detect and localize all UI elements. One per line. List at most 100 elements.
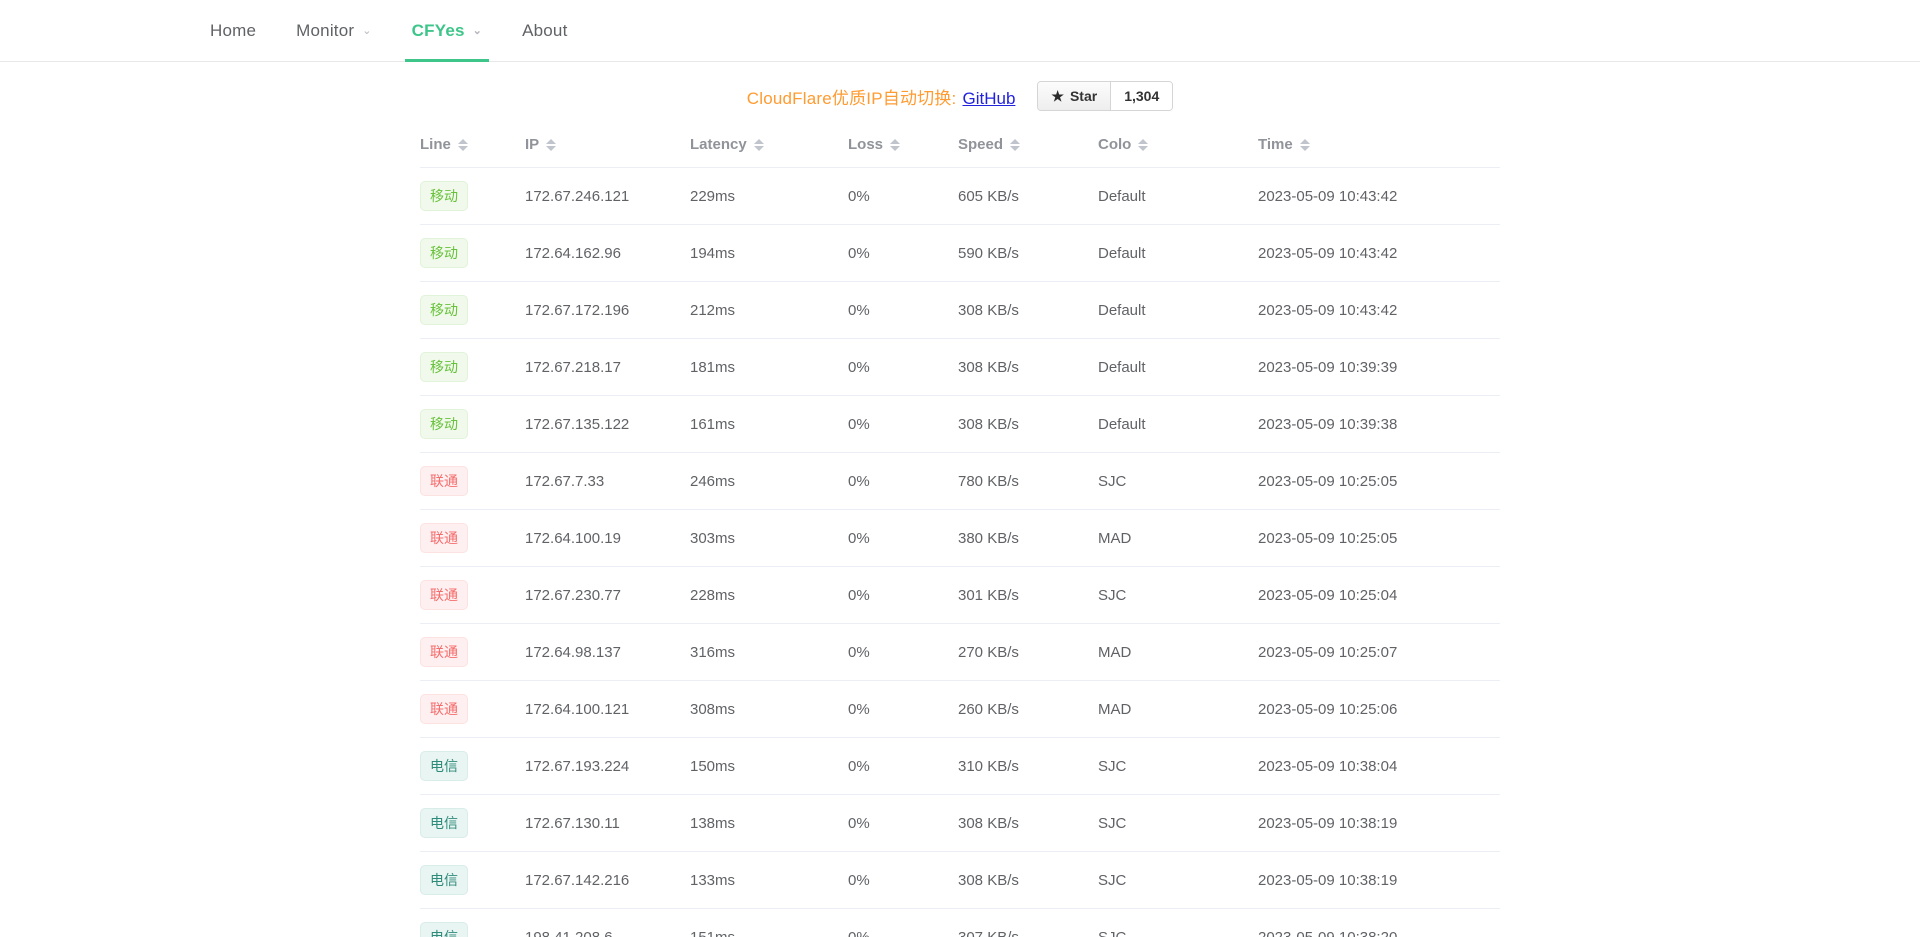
column-header-speed[interactable]: Speed [958, 126, 1098, 168]
sort-arrows-icon[interactable] [1010, 138, 1021, 151]
cell-loss: 0% [848, 338, 958, 396]
cell-time: 2023-05-09 10:38:19 [1258, 851, 1500, 909]
star-icon: ★ [1051, 88, 1064, 104]
nav-item-cfyes[interactable]: CFYes ⌄ [392, 0, 502, 62]
cell-loss: 0% [848, 224, 958, 282]
cell-line: 电信 [420, 794, 525, 852]
ip-table: Line IP Latency Loss Speed Colo Time 移动 … [420, 126, 1500, 937]
cell-ip: 172.67.172.196 [525, 281, 690, 339]
column-header-label: Time [1258, 136, 1293, 153]
cell-speed: 308 KB/s [958, 794, 1098, 852]
cell-latency: 133ms [690, 851, 848, 909]
cell-colo: SJC [1098, 452, 1258, 510]
sort-arrows-icon[interactable] [546, 138, 557, 151]
cell-ip: 172.64.98.137 [525, 623, 690, 681]
cell-latency: 138ms [690, 794, 848, 852]
table-row[interactable]: 联通 172.64.100.19 303ms 0% 380 KB/s MAD 2023-05… [420, 509, 1500, 567]
page-title-group: CloudFlare优质IP自动切换: GitHub [747, 84, 1016, 109]
sort-arrows-icon[interactable] [1299, 138, 1310, 151]
cell-line: 移动 [420, 281, 525, 339]
line-badge: 联通 [420, 694, 468, 724]
github-star-count[interactable]: 1,304 [1111, 82, 1173, 110]
column-header-time[interactable]: Time [1258, 126, 1500, 168]
cell-colo: Default [1098, 167, 1258, 225]
column-header-label: Speed [958, 136, 1004, 153]
cell-latency: 194ms [690, 224, 848, 282]
column-header-colo[interactable]: Colo [1098, 126, 1258, 168]
page-header: CloudFlare优质IP自动切换: GitHub ★ Star 1,304 [0, 62, 1920, 120]
cell-colo: Default [1098, 395, 1258, 453]
cell-loss: 0% [848, 794, 958, 852]
cell-latency: 308ms [690, 680, 848, 738]
cell-colo: SJC [1098, 851, 1258, 909]
line-badge: 移动 [420, 352, 468, 382]
column-header-line[interactable]: Line [420, 126, 525, 168]
cell-time: 2023-05-09 10:38:20 [1258, 908, 1500, 937]
column-header-loss[interactable]: Loss [848, 126, 958, 168]
github-star-button[interactable]: ★ Star 1,304 [1037, 81, 1174, 111]
cell-time: 2023-05-09 10:25:07 [1258, 623, 1500, 681]
line-badge: 移动 [420, 409, 468, 439]
line-badge: 移动 [420, 181, 468, 211]
cell-ip: 172.67.246.121 [525, 167, 690, 225]
cell-latency: 229ms [690, 167, 848, 225]
table-row[interactable]: 联通 172.67.230.77 228ms 0% 301 KB/s SJC 2023-05… [420, 566, 1500, 624]
cell-speed: 307 KB/s [958, 908, 1098, 937]
cell-time: 2023-05-09 10:25:05 [1258, 509, 1500, 567]
cell-speed: 308 KB/s [958, 851, 1098, 909]
column-header-ip[interactable]: IP [525, 126, 690, 168]
cell-colo: Default [1098, 338, 1258, 396]
nav-item-label: Monitor [296, 20, 355, 40]
line-badge: 电信 [420, 922, 468, 937]
table-row[interactable]: 电信 172.67.130.11 138ms 0% 308 KB/s SJC 2023-05… [420, 794, 1500, 852]
cell-latency: 316ms [690, 623, 848, 681]
sort-arrows-icon[interactable] [1138, 138, 1149, 151]
cell-ip: 198.41.208.6 [525, 908, 690, 937]
cell-time: 2023-05-09 10:38:04 [1258, 737, 1500, 795]
cell-ip: 172.64.100.121 [525, 680, 690, 738]
table-row[interactable]: 移动 172.67.172.196 212ms 0% 308 KB/s Default 20… [420, 281, 1500, 339]
sort-arrows-icon[interactable] [753, 138, 764, 151]
cell-colo: Default [1098, 224, 1258, 282]
table-row[interactable]: 电信 172.67.193.224 150ms 0% 310 KB/s SJC 2023-0… [420, 737, 1500, 795]
nav-item-home[interactable]: Home [190, 0, 276, 61]
github-star-label-group[interactable]: ★ Star [1038, 82, 1112, 110]
table-row[interactable]: 联通 172.64.100.121 308ms 0% 260 KB/s MAD 2023-0… [420, 680, 1500, 738]
table-row[interactable]: 移动 172.64.162.96 194ms 0% 590 KB/s Default 202… [420, 224, 1500, 282]
cell-latency: 150ms [690, 737, 848, 795]
cell-loss: 0% [848, 623, 958, 681]
cell-ip: 172.64.100.19 [525, 509, 690, 567]
cell-line: 联通 [420, 680, 525, 738]
cell-loss: 0% [848, 167, 958, 225]
cell-time: 2023-05-09 10:38:19 [1258, 794, 1500, 852]
table-header-row: Line IP Latency Loss Speed Colo Time [420, 126, 1500, 168]
cell-latency: 303ms [690, 509, 848, 567]
github-link[interactable]: GitHub [962, 89, 1015, 108]
table-row[interactable]: 移动 172.67.135.122 161ms 0% 308 KB/s Default 20… [420, 395, 1500, 453]
cell-ip: 172.67.230.77 [525, 566, 690, 624]
cell-speed: 260 KB/s [958, 680, 1098, 738]
cell-line: 移动 [420, 167, 525, 225]
cell-line: 电信 [420, 737, 525, 795]
cell-speed: 270 KB/s [958, 623, 1098, 681]
cell-loss: 0% [848, 281, 958, 339]
table-row[interactable]: 电信 172.67.142.216 133ms 0% 308 KB/s SJC 2023-0… [420, 851, 1500, 909]
cell-loss: 0% [848, 851, 958, 909]
table-row[interactable]: 联通 172.67.7.33 246ms 0% 780 KB/s SJC 2023-05-0… [420, 452, 1500, 510]
nav-item-monitor[interactable]: Monitor ⌄ [276, 0, 392, 61]
table-row[interactable]: 移动 172.67.218.17 181ms 0% 308 KB/s Default 202… [420, 338, 1500, 396]
sort-arrows-icon[interactable] [457, 138, 468, 151]
main-navbar: Home Monitor ⌄ CFYes ⌄ About [0, 0, 1920, 62]
cell-speed: 605 KB/s [958, 167, 1098, 225]
sort-arrows-icon[interactable] [890, 138, 901, 151]
table-row[interactable]: 移动 172.67.246.121 229ms 0% 605 KB/s Default 20… [420, 167, 1500, 225]
nav-item-about[interactable]: About [502, 0, 587, 61]
table-row[interactable]: 联通 172.64.98.137 316ms 0% 270 KB/s MAD 2023-05… [420, 623, 1500, 681]
cell-ip: 172.67.130.11 [525, 794, 690, 852]
table-row[interactable]: 电信 198.41.208.6 151ms 0% 307 KB/s SJC 2023-05-… [420, 908, 1500, 937]
cell-speed: 301 KB/s [958, 566, 1098, 624]
column-header-latency[interactable]: Latency [690, 126, 848, 168]
column-header-label: Line [420, 136, 451, 153]
cell-line: 移动 [420, 395, 525, 453]
cell-latency: 181ms [690, 338, 848, 396]
